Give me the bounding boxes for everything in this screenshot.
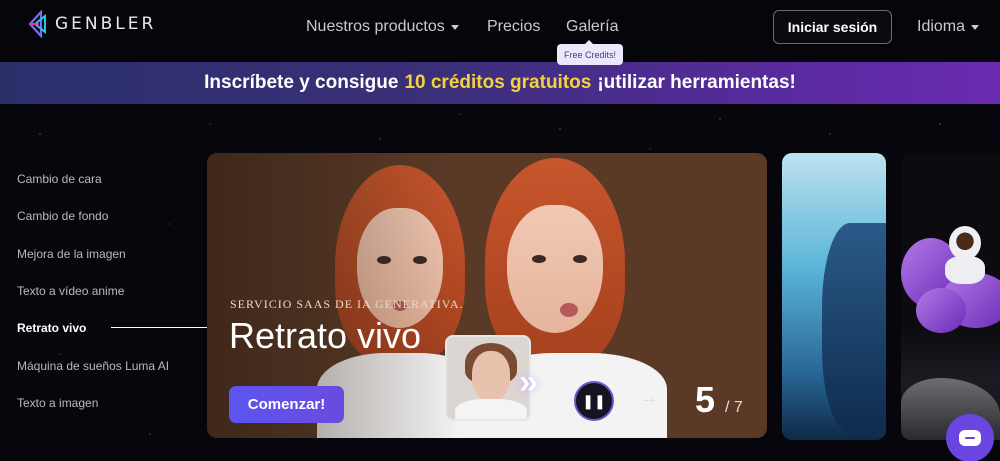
slide-counter-total: / 7 <box>725 399 743 416</box>
hero-title: Retrato vivo <box>229 315 422 356</box>
nav-products[interactable]: Nuestros productos <box>306 18 459 36</box>
promo-banner[interactable]: Inscríbete y consigue 10 créditos gratui… <box>0 62 1000 104</box>
banner-highlight: 10 créditos gratuitos <box>404 72 592 93</box>
nav-gallery[interactable]: Galería <box>566 18 618 36</box>
language-label: Idioma <box>917 18 966 35</box>
chevron-down-icon <box>450 24 459 30</box>
brand-name: GENBLER <box>55 14 157 34</box>
chevron-right-icon: » <box>519 363 538 401</box>
feature-item-text-to-image[interactable]: Texto a imagen <box>17 396 98 410</box>
astronaut-image <box>949 226 981 260</box>
hero-subtitle: SERVICIO SAAS DE IA GENERATIVA. <box>230 297 464 311</box>
language-selector[interactable]: Idioma <box>917 18 980 36</box>
chat-widget-button[interactable] <box>946 414 994 461</box>
pause-button[interactable]: ❚❚ <box>574 381 614 421</box>
banner-text-after: ¡utilizar herramientas! <box>597 72 796 93</box>
hero-slide[interactable]: SERVICIO SAAS DE IA GENERATIVA. Retrato … <box>207 153 767 438</box>
logo[interactable]: GENBLER <box>27 10 156 38</box>
pause-icon: ❚❚ <box>582 392 606 409</box>
free-credits-badge[interactable]: Free Credits! <box>557 40 624 65</box>
feature-item-background-change[interactable]: Cambio de fondo <box>17 209 108 223</box>
feature-item-live-portrait[interactable]: Retrato vivo <box>17 321 86 335</box>
slide-preview-blue-portrait[interactable] <box>782 153 886 440</box>
arrow-right-icon[interactable]: → <box>639 387 659 410</box>
active-indicator-line <box>111 327 209 328</box>
top-navigation: GENBLER Nuestros productos Precios Galer… <box>0 0 1000 62</box>
slide-counter-current: 5 <box>695 379 716 420</box>
genbler-logo-icon <box>27 10 47 38</box>
nav-products-label: Nuestros productos <box>306 18 445 35</box>
nav-prices[interactable]: Precios <box>487 18 540 36</box>
chat-icon <box>959 430 981 446</box>
feature-item-face-swap[interactable]: Cambio de cara <box>17 172 102 186</box>
login-button[interactable]: Iniciar sesión <box>773 10 892 44</box>
feature-item-luma-dream-machine[interactable]: Máquina de sueños Luma AI <box>17 359 169 373</box>
start-button[interactable]: Comenzar! <box>229 386 344 423</box>
banner-text-before: Inscríbete y consigue <box>204 72 399 93</box>
slide-preview-astronaut-flower[interactable] <box>901 153 1000 440</box>
feature-item-text-to-anime-video[interactable]: Texto a vídeo anime <box>17 284 124 298</box>
chevron-down-icon <box>971 24 980 30</box>
feature-item-image-enhance[interactable]: Mejora de la imagen <box>17 247 126 261</box>
